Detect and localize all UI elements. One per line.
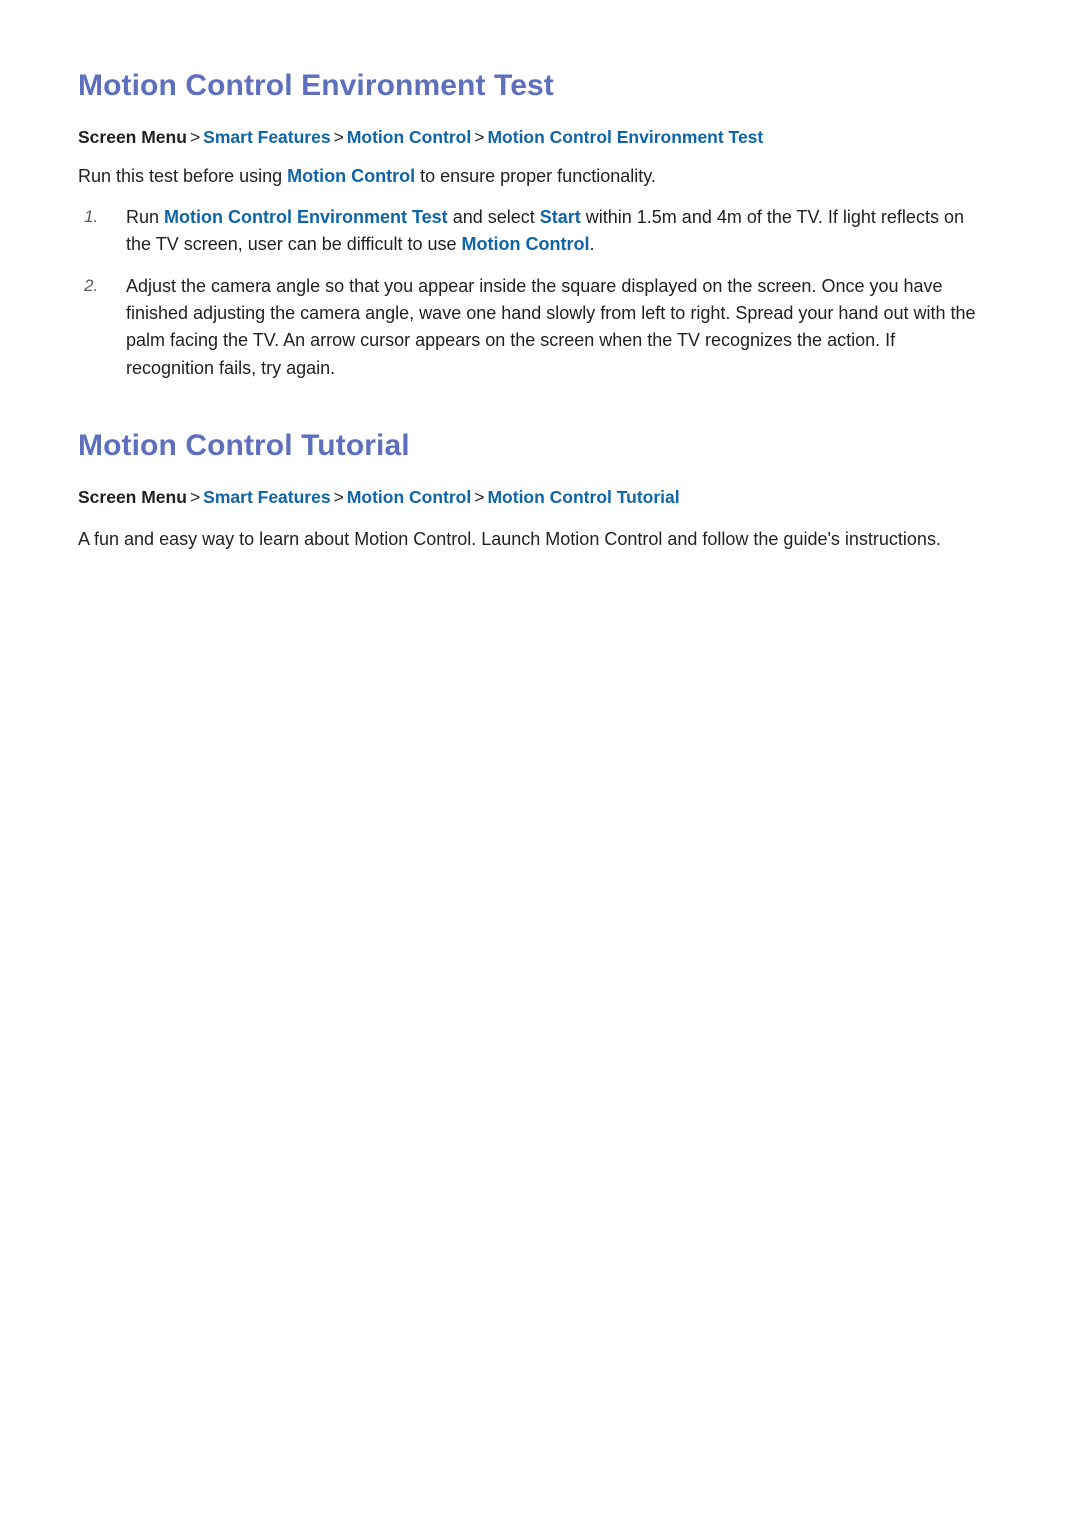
inline-link-motion-control[interactable]: Motion Control <box>462 234 590 254</box>
intro-paragraph: A fun and easy way to learn about Motion… <box>78 526 968 553</box>
document-page: Motion Control Environment Test Screen M… <box>0 0 1080 1527</box>
step-text-segment: . <box>589 234 595 255</box>
step-text-segment: and select <box>447 206 540 227</box>
step-text-segment: Run <box>126 206 165 227</box>
inline-link-motion-control[interactable]: Motion Control <box>287 166 415 186</box>
intro-text-after: to ensure proper functionality. <box>415 165 656 186</box>
inline-link-motion-control-environment-test[interactable]: Motion Control Environment Test <box>164 207 448 227</box>
breadcrumb-separator: > <box>474 487 485 508</box>
breadcrumb-item-motion-control-tutorial[interactable]: Motion Control Tutorial <box>487 487 679 507</box>
list-item-marker: 1. <box>84 206 99 226</box>
intro-text-before: Run this test before using <box>78 165 288 186</box>
list-item: 1. Run Motion Control Environment Test an… <box>78 204 985 259</box>
list-item-marker: 2. <box>84 275 99 295</box>
breadcrumb-item-smart-features[interactable]: Smart Features <box>203 127 330 147</box>
breadcrumb-item-motion-control-environment-test[interactable]: Motion Control Environment Test <box>487 127 763 147</box>
breadcrumb: Screen Menu > Smart Features > Motion Contro… <box>78 486 985 510</box>
breadcrumb-separator: > <box>333 487 344 508</box>
breadcrumb-separator: > <box>474 127 485 147</box>
breadcrumb-separator: > <box>189 127 201 147</box>
breadcrumb-separator: > <box>189 487 201 508</box>
page-title: Motion Control Environment Test <box>78 69 554 102</box>
breadcrumb-item-motion-control[interactable]: Motion Control <box>347 127 471 147</box>
breadcrumb-root: Screen Menu <box>78 487 187 508</box>
breadcrumb: Screen Menu > Smart Features > Motion Contro… <box>78 126 985 150</box>
steps-list: 1. Run Motion Control Environment Test an… <box>78 204 985 382</box>
intro-paragraph: Run this test before using Motion Contro… <box>78 163 985 190</box>
breadcrumb-item-smart-features[interactable]: Smart Features <box>203 487 330 507</box>
page-title: Motion Control Tutorial <box>78 429 410 463</box>
breadcrumb-item-motion-control[interactable]: Motion Control <box>347 487 471 507</box>
list-item: 2. Adjust the camera angle so that you ap… <box>78 273 985 382</box>
intro-text-before: A fun and easy way to learn about Motion… <box>78 528 941 549</box>
step-text-segment: Adjust the camera angle so that you appe… <box>126 275 976 378</box>
breadcrumb-separator: > <box>333 127 344 147</box>
section-motion-control-environment-test: Motion Control Environment Test Screen M… <box>78 68 985 382</box>
section-motion-control-tutorial: Motion Control Tutorial Screen Menu > Smar… <box>78 428 985 553</box>
breadcrumb-root: Screen Menu <box>78 127 187 147</box>
inline-link-start[interactable]: Start <box>540 207 581 227</box>
